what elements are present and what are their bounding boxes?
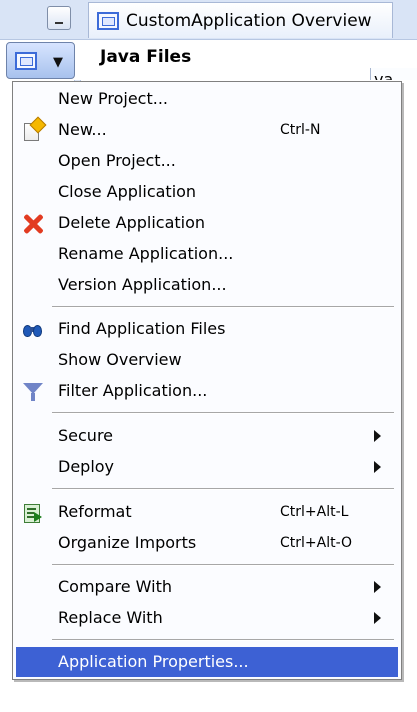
menu-item-reformat[interactable]: Reformat Ctrl+Alt-L — [16, 497, 398, 527]
menu-item-version-application[interactable]: Version Application... — [16, 270, 398, 300]
chevron-down-icon: ▼ — [53, 55, 63, 70]
menu-item-rename-application[interactable]: Rename Application... — [16, 239, 398, 269]
chevron-right-icon — [374, 461, 381, 473]
binoculars-icon — [22, 319, 44, 341]
menu-item-label: Find Application Files — [58, 319, 226, 338]
section-title: Java Files — [100, 47, 192, 67]
menu-item-label: Application Properties... — [58, 652, 249, 671]
application-menu-button[interactable]: ▼ — [6, 42, 75, 79]
menu-separator — [52, 639, 394, 641]
menu-separator — [52, 306, 394, 308]
menu-item-shortcut: Ctrl-N — [280, 122, 321, 138]
chevron-right-icon — [374, 612, 381, 624]
menu-item-label: Show Overview — [58, 350, 182, 369]
menu-item-label: Close Application — [58, 182, 197, 201]
menu-item-label: Version Application... — [58, 275, 227, 294]
menu-item-secure[interactable]: Secure — [16, 421, 398, 451]
menu-separator — [52, 564, 394, 566]
delete-icon — [22, 213, 44, 235]
filter-icon — [22, 381, 44, 403]
menu-item-label: Deploy — [58, 457, 115, 476]
menu-item-label: Filter Application... — [58, 381, 208, 400]
chevron-right-icon — [374, 581, 381, 593]
menu-item-new[interactable]: New... Ctrl-N — [16, 115, 398, 145]
menu-separator — [52, 488, 394, 490]
menu-item-label: Rename Application... — [58, 244, 234, 263]
menu-item-label: Compare With — [58, 577, 172, 596]
application-overview-tab[interactable]: CustomApplication Overview — [88, 2, 393, 38]
menu-item-label: Secure — [58, 426, 114, 445]
menu-item-filter-application[interactable]: Filter Application... — [16, 376, 398, 406]
menu-item-show-overview[interactable]: Show Overview — [16, 345, 398, 375]
menu-item-find-application-files[interactable]: Find Application Files — [16, 314, 398, 344]
application-icon — [15, 52, 37, 70]
menu-item-label: Delete Application — [58, 213, 206, 232]
menu-item-close-application[interactable]: Close Application — [16, 177, 398, 207]
menu-item-shortcut: Ctrl+Alt-O — [280, 535, 353, 551]
menu-item-delete-application[interactable]: Delete Application — [16, 208, 398, 238]
application-context-menu: New Project... New... Ctrl-N Open Projec… — [12, 81, 402, 680]
menu-item-compare-with[interactable]: Compare With — [16, 572, 398, 602]
minimize-button[interactable] — [47, 6, 71, 30]
tab-title: CustomApplication Overview — [126, 10, 372, 31]
chevron-right-icon — [374, 430, 381, 442]
bottom-background — [74, 676, 417, 712]
menu-item-label: Organize Imports — [58, 533, 197, 552]
menu-item-application-properties[interactable]: Application Properties... — [16, 647, 398, 677]
application-icon — [97, 11, 119, 30]
menu-item-label: Replace With — [58, 608, 163, 627]
menu-separator — [52, 412, 394, 414]
menu-item-label: New Project... — [58, 89, 168, 108]
menu-item-organize-imports[interactable]: Organize Imports Ctrl+Alt-O — [16, 528, 398, 558]
new-icon — [22, 116, 47, 142]
menu-item-label: Reformat — [58, 502, 132, 521]
menu-item-shortcut: Ctrl+Alt-L — [280, 504, 349, 520]
menu-item-deploy[interactable]: Deploy — [16, 452, 398, 482]
reformat-icon — [22, 502, 44, 524]
menu-item-replace-with[interactable]: Replace With — [16, 603, 398, 633]
menu-item-new-project[interactable]: New Project... — [16, 84, 398, 114]
menu-item-label: New... — [58, 120, 107, 139]
menu-item-label: Open Project... — [58, 151, 176, 170]
menu-item-open-project[interactable]: Open Project... — [16, 146, 398, 176]
